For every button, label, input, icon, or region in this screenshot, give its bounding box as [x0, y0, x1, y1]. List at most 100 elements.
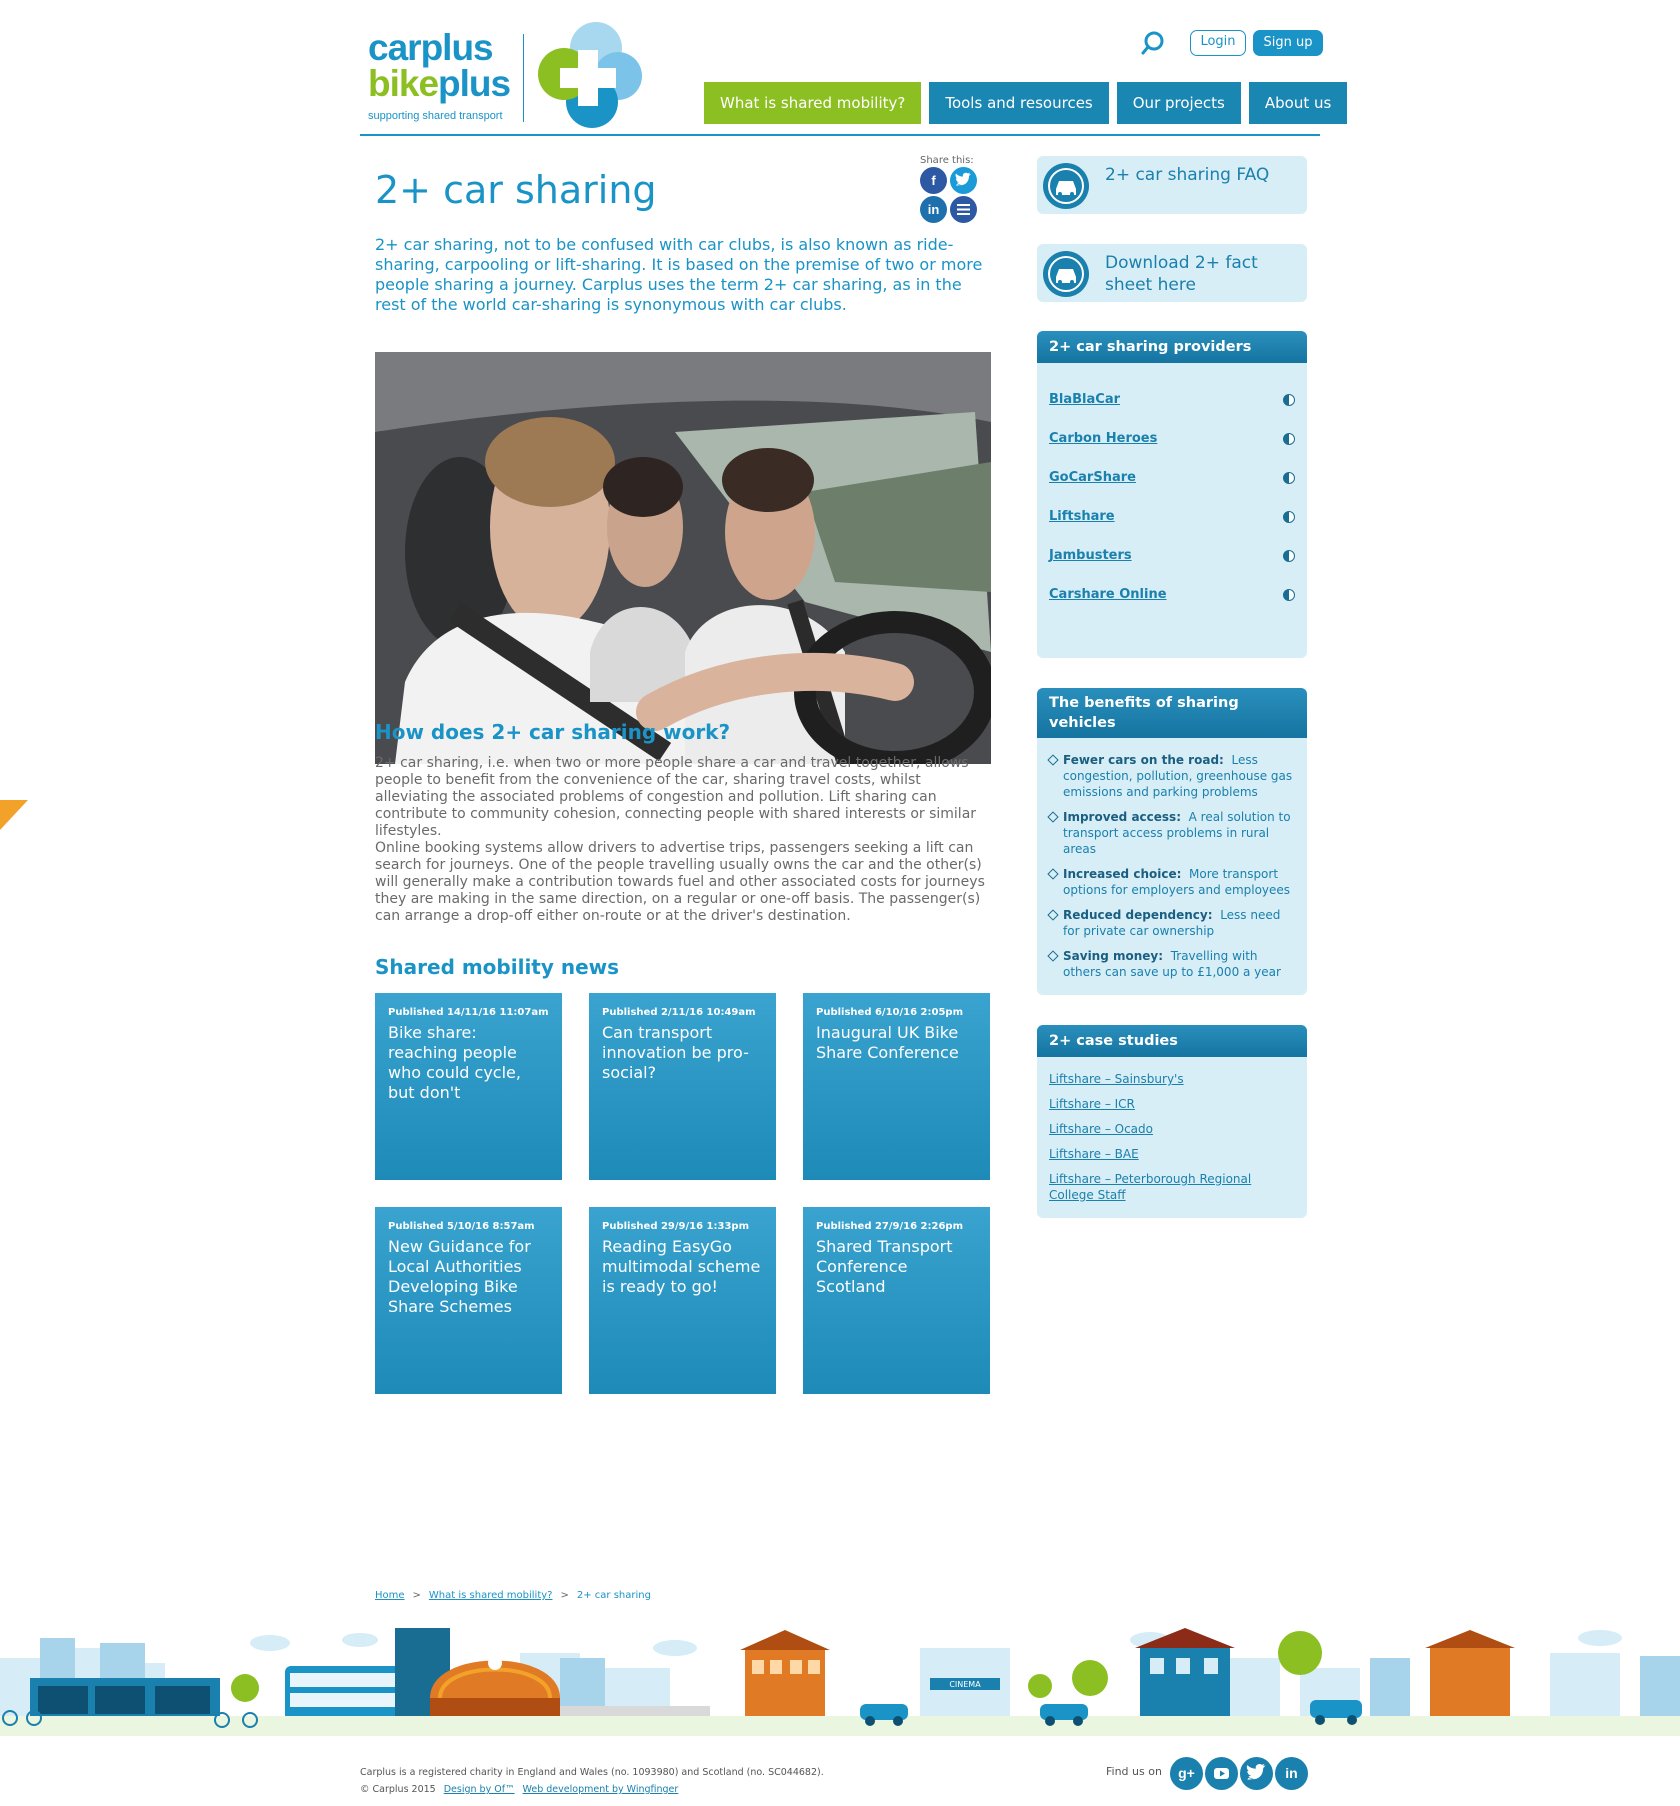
signup-button[interactable]: Sign up: [1253, 30, 1323, 56]
breadcrumb-what-is-shared-mobility[interactable]: What is shared mobility?: [429, 1590, 553, 1601]
cinema-sign: CINEMA: [949, 1680, 981, 1689]
benefit-item: Reduced dependency: Less need for privat…: [1037, 907, 1307, 939]
news-grid: Published 14/11/16 11:07am Bike share: r…: [375, 993, 991, 1394]
news-title: New Guidance for Local Authorities Devel…: [388, 1237, 531, 1316]
youtube-icon[interactable]: [1205, 1757, 1238, 1790]
benefits-heading: The benefits of sharing vehicles: [1037, 688, 1307, 738]
provider-item[interactable]: BlaBlaCar: [1037, 380, 1307, 419]
news-date: Published 5/10/16 8:57am: [388, 1221, 535, 1232]
header-divider: [360, 134, 1320, 136]
logo-divider: [523, 34, 524, 122]
nav-about-us[interactable]: About us: [1248, 82, 1348, 124]
site-logo[interactable]: carplus bikeplus supporting shared trans…: [360, 18, 660, 128]
case-studies-heading: 2+ case studies: [1037, 1025, 1307, 1057]
share-box: Share this: f in: [920, 155, 990, 223]
logo-wordmark: carplus bikeplus: [368, 27, 511, 104]
provider-item[interactable]: GoCarShare: [1037, 458, 1307, 497]
news-card[interactable]: Published 5/10/16 8:57am New Guidance fo…: [375, 1207, 562, 1394]
how-paragraph-1: 2+ car sharing, i.e. when two or more pe…: [375, 755, 977, 839]
providers-heading: 2+ car sharing providers: [1037, 331, 1307, 363]
news-title: Inaugural UK Bike Share Conference: [816, 1023, 959, 1062]
linkedin-share-icon[interactable]: in: [920, 196, 947, 223]
benefit-item: Increased choice: More transport options…: [1037, 866, 1307, 898]
facebook-share-icon[interactable]: f: [920, 167, 947, 194]
download-factsheet-link[interactable]: Download 2+ fact sheet here: [1037, 244, 1307, 302]
share-label: Share this:: [920, 155, 974, 166]
hero-photo-car-passengers: [375, 352, 991, 764]
news-card[interactable]: Published 2/11/16 10:49am Can transport …: [589, 993, 776, 1180]
google-plus-icon[interactable]: g+: [1170, 1757, 1203, 1790]
design-credit-link[interactable]: Design by Of™: [444, 1784, 515, 1795]
find-us-label: Find us on: [1106, 1765, 1162, 1778]
how-heading: How does 2+ car sharing work?: [375, 720, 731, 744]
news-title: Bike share: reaching people who could cy…: [388, 1023, 521, 1102]
orange-corner-tab: [0, 800, 28, 830]
news-card[interactable]: Published 29/9/16 1:33pm Reading EasyGo …: [589, 1207, 776, 1394]
case-study-link[interactable]: Liftshare – Peterborough Regional Colleg…: [1049, 1172, 1251, 1202]
login-button[interactable]: Login: [1190, 30, 1246, 56]
sidebar: 2+ car sharing FAQ Download 2+ fact shee…: [1037, 156, 1307, 1218]
news-date: Published 27/9/16 2:26pm: [816, 1221, 963, 1232]
nav-our-projects[interactable]: Our projects: [1116, 82, 1241, 124]
case-study-link[interactable]: Liftshare – BAE: [1049, 1147, 1139, 1161]
faq-label: 2+ car sharing FAQ: [1105, 165, 1270, 185]
case-study-item: Liftshare – Sainsbury's: [1037, 1071, 1307, 1087]
case-study-link[interactable]: Liftshare – ICR: [1049, 1097, 1135, 1111]
case-study-item: Liftshare – BAE: [1037, 1146, 1307, 1162]
half-circle-icon: [1283, 549, 1295, 562]
provider-item[interactable]: Carbon Heroes: [1037, 419, 1307, 458]
case-study-item: Liftshare – Peterborough Regional Colleg…: [1037, 1171, 1307, 1203]
more-share-icon[interactable]: [950, 196, 977, 223]
news-card[interactable]: Published 6/10/16 2:05pm Inaugural UK Bi…: [803, 993, 990, 1180]
news-card[interactable]: Published 27/9/16 2:26pm Shared Transpor…: [803, 1207, 990, 1394]
case-study-link[interactable]: Liftshare – Ocado: [1049, 1122, 1153, 1136]
search-icon[interactable]: [1140, 30, 1166, 56]
how-paragraph-2: Online booking systems allow drivers to …: [375, 840, 985, 924]
news-date: Published 14/11/16 11:07am: [388, 1007, 549, 1018]
page-title: 2+ car sharing: [375, 168, 657, 212]
news-date: Published 2/11/16 10:49am: [602, 1007, 756, 1018]
breadcrumb-current: 2+ car sharing: [576, 1590, 651, 1601]
news-date: Published 29/9/16 1:33pm: [602, 1221, 749, 1232]
webdev-credit-link[interactable]: Web development by Wingfinger: [523, 1784, 679, 1795]
copyright: © Carplus 2015: [360, 1784, 436, 1795]
charity-statement: Carplus is a registered charity in Engla…: [360, 1767, 824, 1778]
half-circle-icon: [1283, 588, 1295, 601]
case-study-item: Liftshare – ICR: [1037, 1096, 1307, 1112]
footer-townscape-illustration: CINEMA: [0, 1628, 1680, 1736]
benefit-item: Fewer cars on the road: Less congestion,…: [1037, 752, 1307, 800]
logo-cross-mark-icon: [538, 22, 642, 128]
benefit-item: Improved access: A real solution to tran…: [1037, 809, 1307, 857]
half-circle-icon: [1283, 471, 1295, 484]
provider-link[interactable]: BlaBlaCar: [1049, 392, 1120, 407]
case-studies-panel: 2+ case studies Liftshare – Sainsbury's …: [1037, 1025, 1307, 1218]
main-nav: What is shared mobility? Tools and resou…: [704, 82, 1348, 124]
case-study-link[interactable]: Liftshare – Sainsbury's: [1049, 1072, 1184, 1086]
half-circle-icon: [1283, 393, 1295, 406]
twitter-icon[interactable]: [1240, 1757, 1273, 1790]
social-links: g+ in: [1170, 1757, 1308, 1790]
provider-item[interactable]: Carshare Online: [1037, 575, 1307, 614]
car-wheel-icon: [1043, 251, 1089, 297]
case-study-item: Liftshare – Ocado: [1037, 1121, 1307, 1137]
news-title: Can transport innovation be pro-social?: [602, 1023, 749, 1082]
provider-link[interactable]: Liftshare: [1049, 509, 1115, 524]
news-card[interactable]: Published 14/11/16 11:07am Bike share: r…: [375, 993, 562, 1180]
provider-link[interactable]: Carshare Online: [1049, 587, 1167, 602]
breadcrumb: Home > What is shared mobility? >2+ car sha…: [375, 1590, 651, 1601]
provider-link[interactable]: Jambusters: [1049, 548, 1132, 563]
twitter-share-icon[interactable]: [950, 167, 977, 194]
faq-link[interactable]: 2+ car sharing FAQ: [1037, 156, 1307, 214]
provider-link[interactable]: GoCarShare: [1049, 470, 1136, 485]
benefits-panel: The benefits of sharing vehicles Fewer c…: [1037, 688, 1307, 995]
breadcrumb-home[interactable]: Home: [375, 1590, 405, 1601]
half-circle-icon: [1283, 510, 1295, 523]
download-label: Download 2+ fact sheet here: [1105, 253, 1258, 295]
provider-item[interactable]: Jambusters: [1037, 536, 1307, 575]
news-title: Shared Transport Conference Scotland: [816, 1237, 953, 1296]
provider-item[interactable]: Liftshare: [1037, 497, 1307, 536]
linkedin-icon[interactable]: in: [1275, 1757, 1308, 1790]
nav-what-is-shared-mobility[interactable]: What is shared mobility?: [704, 82, 922, 124]
nav-tools-and-resources[interactable]: Tools and resources: [929, 82, 1109, 124]
provider-link[interactable]: Carbon Heroes: [1049, 431, 1157, 446]
